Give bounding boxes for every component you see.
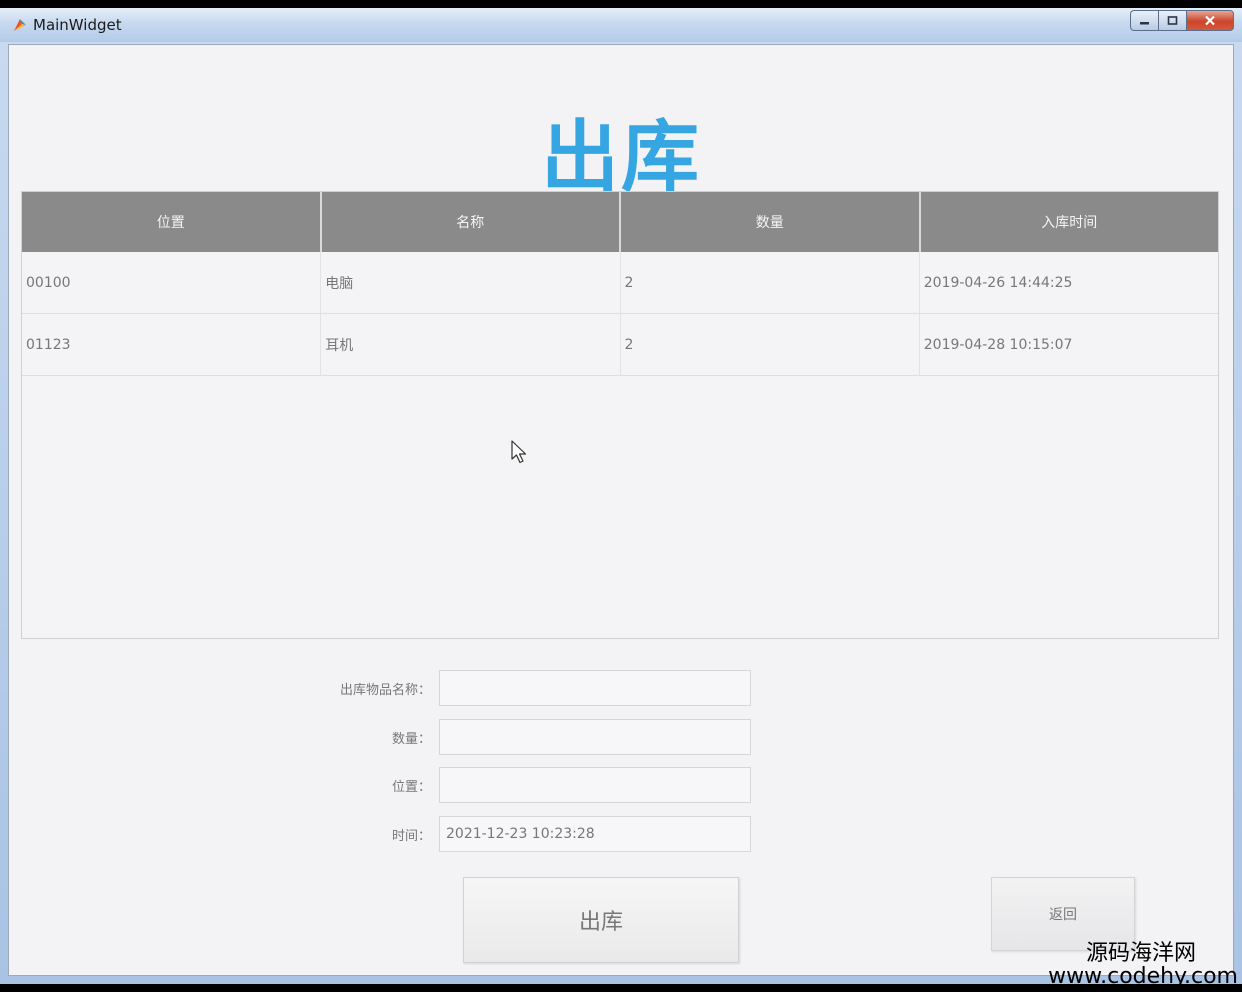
table-row[interactable]: 00100 电脑 2 2019-04-26 14:44:25 <box>22 252 1218 314</box>
app-icon <box>14 19 26 31</box>
window-controls <box>1130 10 1234 31</box>
column-header-name[interactable]: 名称 <box>322 192 621 252</box>
watermark-name: 源码海洋网 <box>1085 940 1196 966</box>
time-input[interactable] <box>439 816 751 852</box>
client-area: 出库 位置 名称 数量 入库时间 00100 电脑 2 2019-04-26 1… <box>8 44 1234 976</box>
form-row-time: 时间： <box>309 815 751 853</box>
item-name-input[interactable] <box>439 670 751 706</box>
form-row-item-name: 出库物品名称： <box>309 669 751 707</box>
main-window: MainWidget 出库 位置 名称 数量 入库时间 00100 电脑 2 2… <box>0 8 1242 984</box>
checkout-button[interactable]: 出库 <box>463 877 739 963</box>
quantity-label: 数量： <box>391 731 431 747</box>
cell-name[interactable]: 耳机 <box>321 314 621 375</box>
time-label: 时间： <box>391 828 431 844</box>
cell-name[interactable]: 电脑 <box>321 252 621 313</box>
cell-location[interactable]: 00100 <box>22 252 322 313</box>
item-name-label: 出库物品名称： <box>339 682 431 698</box>
close-button[interactable] <box>1186 10 1234 31</box>
title-bar[interactable]: MainWidget <box>0 8 1242 42</box>
maximize-icon <box>1167 15 1177 25</box>
inventory-table[interactable]: 位置 名称 数量 入库时间 00100 电脑 2 2019-04-26 14:4… <box>21 191 1219 639</box>
back-button[interactable]: 返回 <box>991 877 1135 951</box>
minimize-button[interactable] <box>1130 10 1158 31</box>
cell-stock-time[interactable]: 2019-04-26 14:44:25 <box>920 252 1218 313</box>
maximize-button[interactable] <box>1158 10 1186 31</box>
column-header-quantity[interactable]: 数量 <box>621 192 921 252</box>
column-header-stock-time[interactable]: 入库时间 <box>921 192 1219 252</box>
watermark-url: www.codehy.com <box>1048 963 1238 989</box>
watermark: 源码海洋网 www.codehy.com <box>1048 942 1238 988</box>
quantity-input[interactable] <box>439 719 751 755</box>
cell-location[interactable]: 01123 <box>22 314 322 375</box>
minimize-icon <box>1139 21 1149 24</box>
cell-quantity[interactable]: 2 <box>621 314 920 375</box>
cell-quantity[interactable]: 2 <box>621 252 920 313</box>
location-label: 位置： <box>391 779 431 795</box>
table-row[interactable]: 01123 耳机 2 2019-04-28 10:15:07 <box>22 314 1218 376</box>
table-header: 位置 名称 数量 入库时间 <box>22 192 1218 252</box>
form-row-location: 位置： <box>309 766 751 804</box>
mouse-cursor-icon <box>511 440 527 464</box>
window-title: MainWidget <box>33 16 122 34</box>
location-input[interactable] <box>439 767 751 803</box>
form-row-quantity: 数量： <box>309 718 751 756</box>
close-icon <box>1205 15 1215 26</box>
column-header-location[interactable]: 位置 <box>22 192 322 252</box>
cell-stock-time[interactable]: 2019-04-28 10:15:07 <box>920 314 1218 375</box>
